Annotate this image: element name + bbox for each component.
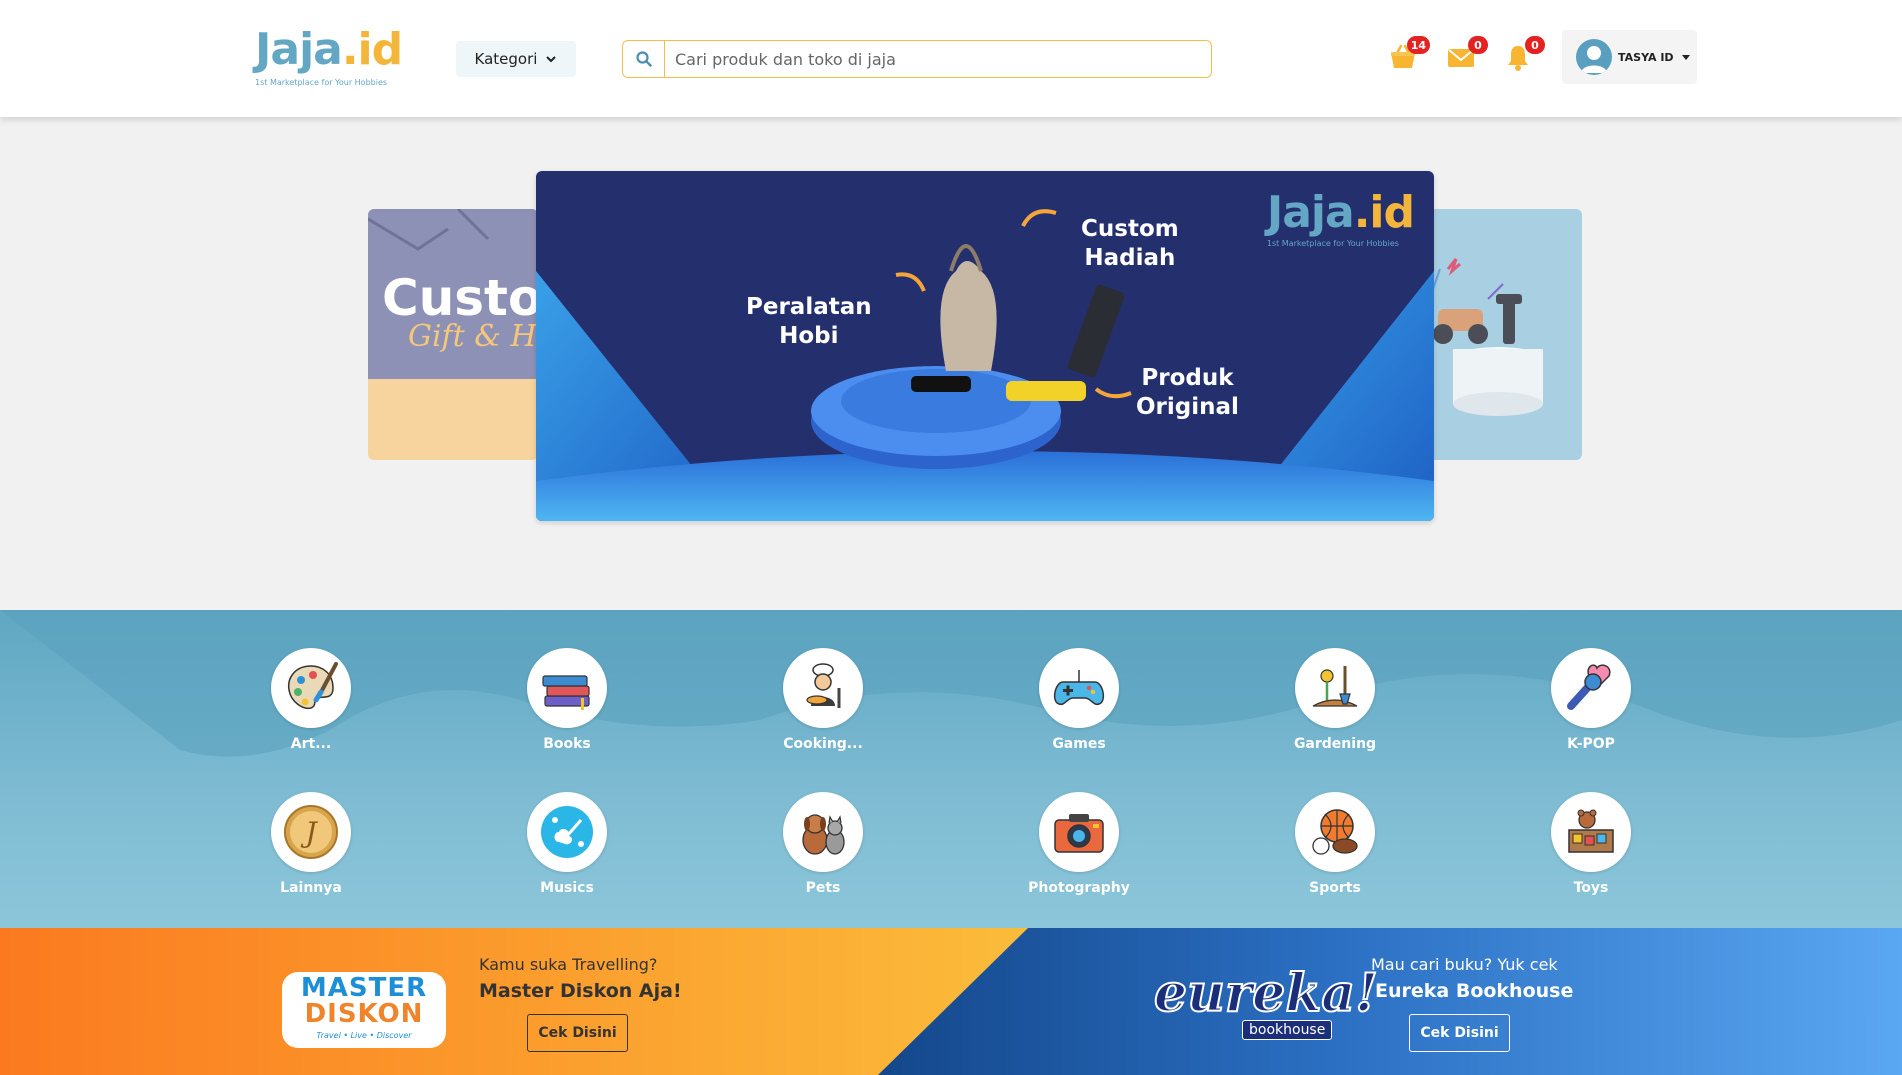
coin-j-icon: J bbox=[284, 805, 338, 859]
category-label: Lainnya bbox=[280, 880, 342, 896]
category-section: Art... Books Cooking... Games Gardening … bbox=[0, 610, 1902, 928]
banner-label-peralatan-hobi: Peralatan Hobi bbox=[746, 294, 872, 349]
cart-count-badge: 14 bbox=[1406, 36, 1430, 54]
toy-box-icon bbox=[1568, 809, 1614, 853]
carousel-next-slide[interactable] bbox=[1428, 209, 1582, 460]
carousel-prev-slide[interactable]: Custom Gift & Ham bbox=[368, 209, 538, 460]
promo-section: MASTER DISKON Travel • Live • Discover K… bbox=[0, 928, 1902, 1075]
eureka-logo[interactable]: eureka! bookhouse bbox=[1153, 963, 1379, 1048]
gamepad-icon bbox=[1053, 670, 1105, 706]
caret-down-icon bbox=[1681, 54, 1690, 60]
category-label: Games bbox=[1052, 736, 1106, 752]
search-icon[interactable] bbox=[623, 41, 665, 77]
banner-label-produk-original: Produk Original bbox=[1136, 365, 1239, 420]
user-icon bbox=[1581, 46, 1607, 73]
chevron-down-icon bbox=[546, 56, 557, 63]
notifications-count-badge: 0 bbox=[1525, 36, 1545, 54]
gardening-icon bbox=[1312, 666, 1358, 707]
cart-button[interactable]: 14 bbox=[1388, 36, 1430, 72]
messages-button[interactable]: 0 bbox=[1446, 36, 1488, 72]
master-diskon-cek-button[interactable]: Cek Disini bbox=[527, 1014, 628, 1052]
category-kpop[interactable]: K-POP bbox=[1521, 648, 1661, 752]
category-lainnya[interactable]: J Lainnya bbox=[241, 792, 381, 896]
art-palette-icon bbox=[287, 662, 338, 710]
category-label: Musics bbox=[540, 880, 594, 896]
dog-cat-icon bbox=[802, 814, 845, 855]
category-label: Photography bbox=[1028, 880, 1130, 896]
chef-cooking-icon bbox=[806, 663, 841, 708]
master-diskon-logo[interactable]: MASTER DISKON Travel • Live • Discover bbox=[280, 970, 448, 1050]
eureka-text: Mau cari buku? Yuk cek Eureka Bookhouse bbox=[1371, 955, 1573, 1002]
category-pets[interactable]: Pets bbox=[753, 792, 893, 896]
master-diskon-text: Kamu suka Travelling? Master Diskon Aja! bbox=[479, 955, 682, 1002]
messages-count-badge: 0 bbox=[1468, 36, 1488, 54]
category-toys[interactable]: Toys bbox=[1521, 792, 1661, 896]
category-label: Pets bbox=[805, 880, 841, 896]
banner-jaja-logo: Jaja.id 1st Marketplace for Your Hobbies bbox=[1266, 187, 1415, 249]
kategori-dropdown[interactable]: Kategori bbox=[456, 41, 576, 77]
books-icon bbox=[542, 675, 590, 710]
category-musics[interactable]: Musics bbox=[497, 792, 637, 896]
category-cooking[interactable]: Cooking... bbox=[753, 648, 893, 752]
logo-main-text: Jaja bbox=[255, 24, 343, 75]
category-label: Toys bbox=[1573, 880, 1609, 896]
microphone-heart-icon bbox=[1567, 664, 1611, 710]
search-input[interactable] bbox=[665, 41, 1211, 77]
sports-balls-icon bbox=[1312, 809, 1358, 855]
category-label: Books bbox=[543, 736, 591, 752]
top-navbar: Jaja.id 1st Marketplace for Your Hobbies… bbox=[0, 0, 1902, 117]
category-label: K-POP bbox=[1567, 736, 1615, 752]
promo-question: Kamu suka Travelling? bbox=[479, 955, 658, 974]
notifications-button[interactable]: 0 bbox=[1503, 36, 1545, 72]
logo-accent-text: .id bbox=[341, 24, 403, 75]
category-label: Gardening bbox=[1293, 736, 1377, 752]
category-sports[interactable]: Sports bbox=[1265, 792, 1405, 896]
avatar bbox=[1576, 39, 1612, 75]
logo-tagline: 1st Marketplace for Your Hobbies bbox=[255, 78, 388, 87]
category-label: Art... bbox=[290, 736, 332, 752]
camera-icon bbox=[1054, 814, 1104, 853]
promo-title: Eureka Bookhouse bbox=[1375, 980, 1574, 1002]
guitar-music-icon bbox=[541, 806, 593, 858]
rc-car-image bbox=[1432, 258, 1543, 416]
search-bar bbox=[622, 40, 1212, 78]
category-games[interactable]: Games bbox=[1009, 648, 1149, 752]
jaja-logo[interactable]: Jaja.id 1st Marketplace for Your Hobbies bbox=[255, 28, 405, 92]
category-photography[interactable]: Photography bbox=[1009, 792, 1149, 896]
category-label: Sports bbox=[1309, 880, 1361, 896]
slide-subtitle: Gift & Ham bbox=[408, 319, 538, 354]
eureka-cek-button[interactable]: Cek Disini bbox=[1409, 1014, 1510, 1052]
banner-label-custom-hadiah: Custom Hadiah bbox=[1081, 216, 1179, 271]
promo-title: Master Diskon Aja! bbox=[479, 980, 682, 1002]
category-books[interactable]: Books bbox=[497, 648, 637, 752]
user-name: TASYA ID bbox=[1618, 50, 1674, 64]
promo-question: Mau cari buku? Yuk cek bbox=[1371, 955, 1558, 974]
hero-banner[interactable]: Peralatan Hobi Custom Hadiah Produk Origina… bbox=[536, 171, 1434, 521]
user-menu-dropdown[interactable]: TASYA ID bbox=[1562, 30, 1697, 84]
category-art[interactable]: Art... bbox=[241, 648, 381, 752]
category-gardening[interactable]: Gardening bbox=[1265, 648, 1405, 752]
category-label: Cooking... bbox=[783, 736, 863, 752]
kategori-label: Kategori bbox=[474, 50, 538, 68]
